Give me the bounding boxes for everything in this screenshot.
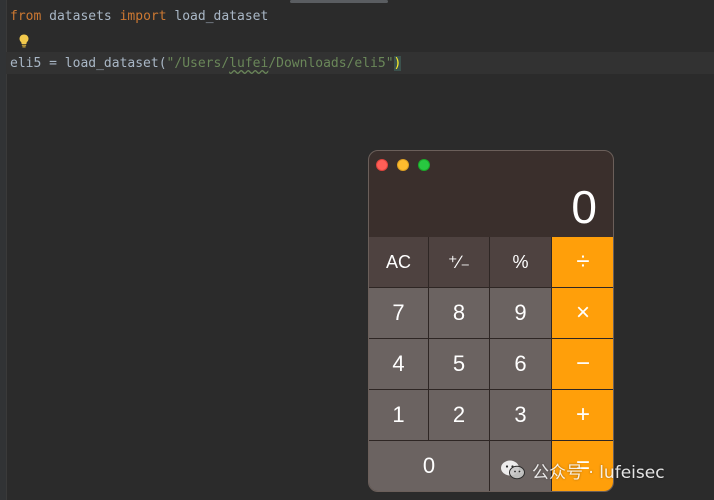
- calculator-window[interactable]: 0 AC ⁺∕₋ % ÷ 7 8 9 × 4 5 6 − 1 2 3 + 0 .…: [368, 150, 614, 492]
- digit-7-button[interactable]: 7: [369, 288, 429, 339]
- code-line-load-dataset[interactable]: eli5 = load_dataset("/Users/lufei/Downlo…: [10, 53, 402, 75]
- digit-0-button[interactable]: 0: [369, 441, 490, 491]
- minus-button[interactable]: −: [552, 339, 613, 390]
- keyword-from: from: [10, 9, 42, 24]
- digit-4-button[interactable]: 4: [369, 339, 429, 390]
- divide-button[interactable]: ÷: [552, 237, 613, 288]
- horizontal-scrollbar[interactable]: [290, 0, 388, 3]
- calculator-keypad: AC ⁺∕₋ % ÷ 7 8 9 × 4 5 6 − 1 2 3 + 0 . =: [369, 237, 613, 491]
- string-suffix: /Downloads/eli5": [268, 56, 394, 71]
- watermark: 公众号 · lufeisec: [500, 456, 665, 484]
- percent-button[interactable]: %: [490, 237, 552, 288]
- digit-9-button[interactable]: 9: [490, 288, 552, 339]
- close-button[interactable]: [376, 159, 388, 171]
- plus-button[interactable]: +: [552, 390, 613, 441]
- calculator-display: 0: [571, 181, 597, 233]
- assignment-text: eli5 = load_dataset(: [10, 56, 167, 71]
- code-line-import[interactable]: from datasets import load_dataset: [10, 6, 268, 28]
- sign-toggle-button[interactable]: ⁺∕₋: [429, 237, 490, 288]
- lightbulb-icon[interactable]: [16, 33, 32, 49]
- digit-8-button[interactable]: 8: [429, 288, 490, 339]
- closing-paren: ): [393, 56, 402, 71]
- clear-button[interactable]: AC: [369, 237, 429, 288]
- string-typo-word: lufei: [229, 56, 269, 71]
- watermark-text: 公众号 · lufeisec: [532, 462, 665, 483]
- digit-5-button[interactable]: 5: [429, 339, 490, 390]
- calculator-titlebar[interactable]: [369, 151, 613, 179]
- zoom-button[interactable]: [418, 159, 430, 171]
- keyword-import: import: [119, 9, 167, 24]
- digit-2-button[interactable]: 2: [429, 390, 490, 441]
- string-prefix: "/Users/: [166, 56, 230, 71]
- minimize-button[interactable]: [397, 159, 409, 171]
- digit-3-button[interactable]: 3: [490, 390, 552, 441]
- multiply-button[interactable]: ×: [552, 288, 613, 339]
- digit-6-button[interactable]: 6: [490, 339, 552, 390]
- imported-name: load_dataset: [166, 9, 269, 24]
- editor-gutter: [0, 0, 7, 500]
- module-name: datasets: [41, 9, 120, 24]
- wechat-icon: [501, 460, 525, 480]
- digit-1-button[interactable]: 1: [369, 390, 429, 441]
